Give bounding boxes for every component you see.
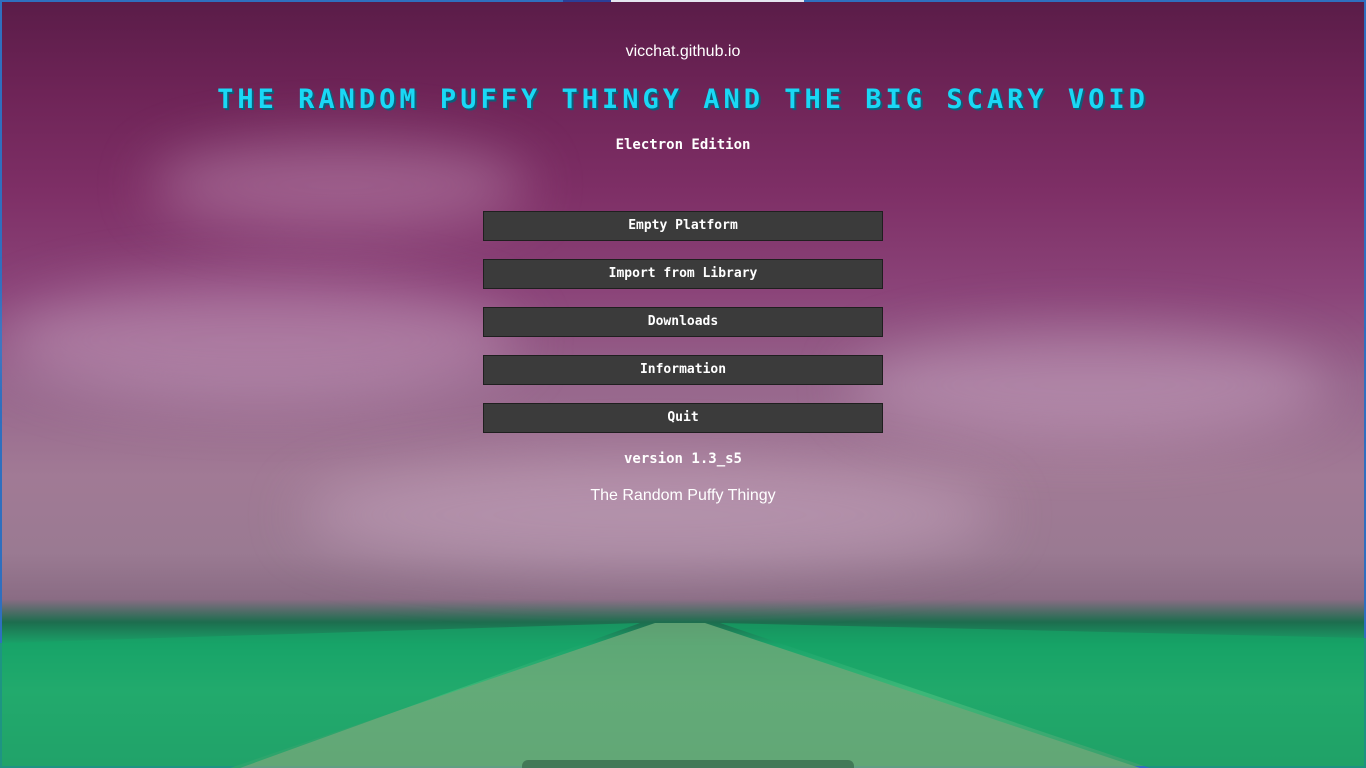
cloud-background [300, 460, 1000, 570]
edition-subtitle: Electron Edition [615, 137, 751, 153]
top-edge-indicator [563, 0, 611, 2]
information-button[interactable]: Information [483, 355, 883, 385]
game-main-menu: vicchat.github.io THE RANDOM PUFFY THING… [0, 0, 1366, 768]
bottom-edge-tab [522, 760, 854, 768]
credit-label: The Random Puffy Thingy [590, 487, 776, 504]
main-menu: Empty Platform Import from Library Downl… [483, 211, 883, 451]
quit-button[interactable]: Quit [483, 403, 883, 433]
road-landscape [0, 623, 1366, 768]
version-label: version 1.3_s5 [623, 451, 742, 467]
cloud-background [150, 140, 530, 230]
cloud-background [0, 280, 520, 400]
site-url: vicchat.github.io [625, 43, 741, 60]
cloud-background [850, 330, 1330, 440]
game-title: THE RANDOM PUFFY THINGY AND THE BIG SCAR… [217, 84, 1149, 115]
import-from-library-button[interactable]: Import from Library [483, 259, 883, 289]
downloads-button[interactable]: Downloads [483, 307, 883, 337]
top-edge-indicator [611, 0, 804, 2]
empty-platform-button[interactable]: Empty Platform [483, 211, 883, 241]
